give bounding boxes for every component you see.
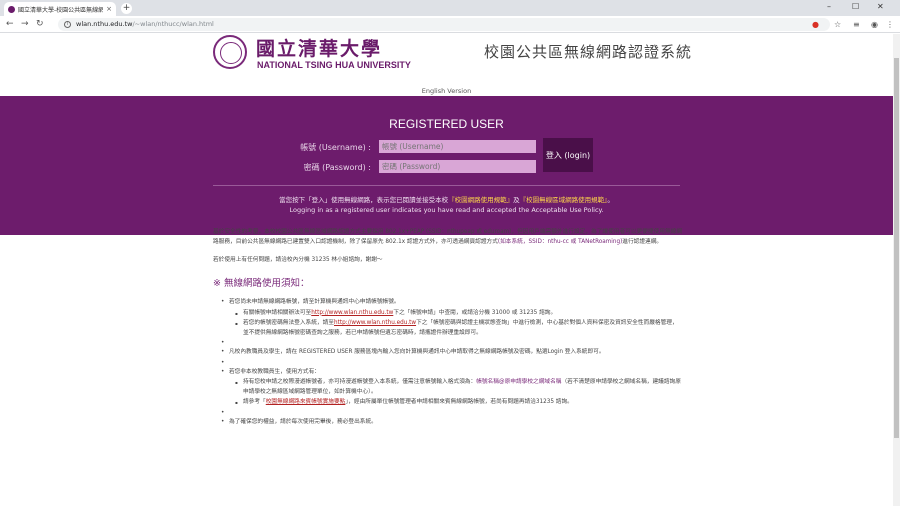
site-info-icon[interactable]: i [64,21,71,28]
back-icon[interactable]: ← [6,18,14,31]
tab-close-icon[interactable]: × [106,5,112,13]
university-name-cn: 國立清華大學 [256,38,383,60]
login-title: REGISTERED USER [389,117,504,131]
list-item-text: 下之「帳號申請」中查閱，或請洽分機 31000 或 31235 諮詢。 [393,309,557,316]
list-item-text: 有關帳號申請相關辦法可至 [243,309,312,316]
username-label: 帳號 (Username) : [300,143,371,152]
web-page: 國立清華大學 NATIONAL TSING HUA UNIVERSITY 校園公… [0,34,893,506]
campus-network-policy-link[interactable]: 『校園網路使用規範』 [448,196,513,204]
page-title: 校園公共區無線網路認證系統 [484,43,693,61]
english-version-link[interactable]: English Version [0,87,893,95]
intro-paragraph: 基於安全性的考量，本校校園公共區無線區域網路認證方式主要採用 802.1x+PE… [213,228,683,247]
notice-end: 。 [607,196,614,204]
university-seal-logo [213,35,247,69]
list-item-text: 持有您校申請之校際漫遊帳號者，亦可持漫遊帳號登入本系統，僅需注意帳號輸入格式須為… [243,379,477,385]
list-item-text: 若您非本校教職員生，使用方式有： [229,368,320,375]
intro-text-end: 進行認證連網。 [622,238,663,245]
list-item: 請參考「校園無線網路來賓帳號實施要點」，經由所屬單位帳號管理者申請相關來賓無線網… [235,398,683,408]
university-name-en: NATIONAL TSING HUA UNIVERSITY [257,60,411,70]
notice-text: 當您按下「登入」使用無線網路，表示您已閱讀並接受本校 [279,196,449,204]
browser-toolbar: ← → ↻ i wlan.nthu.edu.tw/~wlan/nthucc/wl… [0,16,900,33]
login-panel: REGISTERED USER 帳號 (Username) : 密碼 (Pass… [0,96,893,235]
new-tab-button[interactable]: + [121,3,132,14]
forward-icon[interactable]: → [21,18,29,31]
list-item: 凡校內教職員及學生，請在 REGISTERED USER 服務區塊內輸入您向計算… [221,348,683,358]
profile-icon[interactable]: ◉ [871,18,878,31]
list-item: 若您尚未申請無線網路帳號，請至計算機與通訊中心申請帳號帳號。 有關帳號申請相關辦… [221,298,683,338]
page-scrollbar[interactable] [893,34,900,506]
list-item-text: 若您的帳號密碼無法登入系統，請至 [243,320,334,326]
spacer [221,409,683,419]
list-item: 為了確保您的權益，請於每次使用完畢後，務必登出系統。 [221,418,683,428]
panel-divider [213,185,680,186]
spacer [221,359,683,369]
usage-list: 若您尚未申請無線網路帳號，請至計算機與通訊中心申請帳號帳號。 有關帳號申請相關辦… [221,298,683,427]
list-item-text: 請參考「 [243,399,266,405]
address-bar[interactable]: i wlan.nthu.edu.tw/~wlan/nthucc/wlan.htm… [58,18,830,31]
wlan-policy-link[interactable]: 『校園無線區域網路使用規範』 [520,196,608,204]
notice-english: Logging in as a registered user indicate… [289,206,604,214]
tab-title: 國立清華大學-校園公共區無線網 [18,6,104,14]
guest-account-link[interactable]: 校園無線網路來賓帳號實施要點 [266,399,346,405]
spacer [221,339,683,349]
reload-icon[interactable]: ↻ [36,18,44,31]
roaming-format-text: 帳號名稱@原申請學校之網域名稱 [476,379,562,385]
usage-notice: 當您按下「登入」使用無線網路，表示您已閱讀並接受本校『校園網路使用規範』及『校園… [0,195,893,215]
password-label: 密碼 (Password) : [303,163,371,172]
extension-icon[interactable]: ● [812,18,819,31]
site-header: 國立清華大學 NATIONAL TSING HUA UNIVERSITY 校園公… [0,34,893,95]
favicon-icon [8,5,15,13]
username-input[interactable] [379,140,536,153]
menu-more-icon[interactable]: ≡ [853,18,860,31]
window-close-button[interactable]: ✕ [877,2,884,11]
list-item: 若您的帳號密碼無法登入系統，請至http://www.wlan.nthu.edu… [235,319,683,338]
browser-tab-bar: 國立清華大學-校園公共區無線網 × + – ☐ ✕ [0,0,900,16]
list-item-text: 為了確保您的權益，請於每次使用完畢後，務必登出系統。 [229,418,377,425]
section-title: ※ 無線網路使用須知： [213,277,310,289]
password-input[interactable] [379,160,536,173]
contact-paragraph: 若於使用上有任何問題，請洽校內分機 31235 林小姐諮詢，謝謝～ [213,257,383,263]
ssid-web-auth-link[interactable]: (如本系統，SSID：nthu-cc 或 TANetRoaming) [498,239,622,245]
url-host: wlan.nthu.edu.tw [76,20,133,28]
wlan-site-link[interactable]: http://www.wlan.nthu.edu.tw [334,320,416,326]
list-item-text: 若您尚未申請無線網路帳號，請至計算機與通訊中心申請帳號帳號。 [229,299,400,305]
scrollbar-thumb[interactable] [894,58,899,438]
wlan-site-link[interactable]: http://www.wlan.nthu.edu.tw [311,310,393,316]
minimize-button[interactable]: – [827,2,831,11]
login-button[interactable]: 登入 (login) [543,138,593,172]
bookmark-star-icon[interactable]: ☆ [834,18,841,31]
list-item: 若您非本校教職員生，使用方式有： 持有您校申請之校際漫遊帳號者，亦可持漫遊帳號登… [221,368,683,408]
list-item: 有關帳號申請相關辦法可至http://www.wlan.nthu.edu.tw下… [235,309,683,319]
kebab-menu-icon[interactable]: ⋮ [886,18,894,31]
list-item: 持有您校申請之校際漫遊帳號者，亦可持漫遊帳號登入本系統，僅需注意帳號輸入格式須為… [235,378,683,397]
browser-tab[interactable]: 國立清華大學-校園公共區無線網 × [4,2,116,16]
list-item-text: 」，經由所屬單位帳號管理者申請相關來賓無線網路帳號，若尚有問題再請洽31235 … [345,399,573,405]
list-item-text: 凡校內教職員及學生，請在 REGISTERED USER 服務區塊內輸入您向計算… [229,349,605,355]
url-path: /~wlan/nthucc/wlan.html [132,20,214,28]
maximize-button[interactable]: ☐ [852,2,859,11]
info-content: 基於安全性的考量，本校校園公共區無線區域網路認證方式主要採用 802.1x+PE… [213,228,683,428]
